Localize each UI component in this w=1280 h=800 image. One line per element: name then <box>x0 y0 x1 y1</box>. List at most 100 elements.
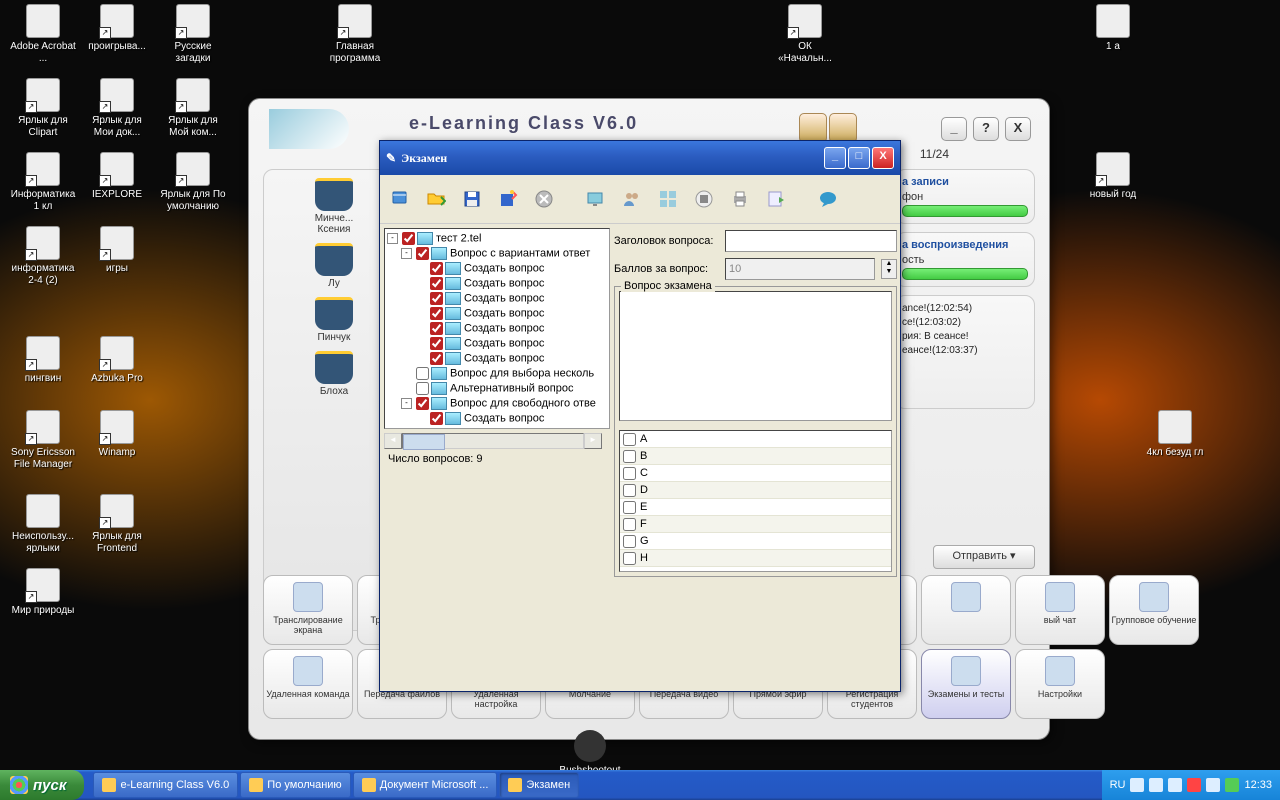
answer-row[interactable]: F <box>620 516 891 533</box>
clock[interactable]: 12:33 <box>1244 779 1272 791</box>
language-indicator[interactable]: RU <box>1110 779 1126 791</box>
answer-row[interactable]: E <box>620 499 891 516</box>
scroll-thumb[interactable] <box>403 434 445 450</box>
tree-toggle-icon[interactable]: - <box>401 398 412 409</box>
exam-titlebar[interactable]: ✎ Экзамен _ □ X <box>380 141 900 175</box>
desktop-icon[interactable]: 1 а <box>1078 4 1148 53</box>
desktop-icon[interactable]: ↗Ярлык для Мой ком... <box>158 78 228 139</box>
points-spinner[interactable]: ▲▼ <box>881 259 897 279</box>
tree-checkbox[interactable] <box>416 367 429 380</box>
desktop-icon[interactable]: ↗Sony Ericsson File Manager <box>8 410 78 471</box>
tree-node[interactable]: Создать вопрос <box>387 336 607 351</box>
screen-icon[interactable] <box>582 185 610 213</box>
tool-button[interactable]: Экзамены и тесты <box>921 649 1011 719</box>
answer-checkbox[interactable] <box>623 484 636 497</box>
answer-checkbox[interactable] <box>623 535 636 548</box>
answer-row[interactable]: G <box>620 533 891 550</box>
export-icon[interactable] <box>762 185 790 213</box>
tree-checkbox[interactable] <box>430 322 443 335</box>
tree-checkbox[interactable] <box>430 277 443 290</box>
tray-icon[interactable] <box>1206 778 1220 792</box>
system-tray[interactable]: RU 12:33 <box>1102 770 1280 800</box>
desktop-icon[interactable]: ↗новый год <box>1078 152 1148 201</box>
tree-node[interactable]: Создать вопрос <box>387 351 607 366</box>
print-icon[interactable] <box>726 185 754 213</box>
send-button[interactable]: Отправить ▾ <box>933 545 1035 569</box>
scroll-right-icon[interactable]: ► <box>584 433 602 449</box>
desktop-icon[interactable]: ↗ОК «Начальн... <box>770 4 840 65</box>
taskbar-task[interactable]: Экзамен <box>499 772 579 798</box>
taskbar-task[interactable]: e-Learning Class V6.0 <box>93 772 238 798</box>
tray-icon[interactable] <box>1225 778 1239 792</box>
tool-button[interactable]: вый чат <box>1015 575 1105 645</box>
saveas-icon[interactable] <box>494 185 522 213</box>
taskbar-task[interactable]: По умолчанию <box>240 772 350 798</box>
desktop-icon[interactable]: ↗IEXPLORE <box>82 152 152 201</box>
tree-node[interactable]: -Вопрос с вариантами ответ <box>387 246 607 261</box>
desktop-icon[interactable]: ↗Главная программа <box>320 4 390 65</box>
tree-checkbox[interactable] <box>416 382 429 395</box>
cancel-icon[interactable] <box>530 185 558 213</box>
student-item[interactable]: Лу <box>299 243 369 289</box>
answer-checkbox[interactable] <box>623 467 636 480</box>
desktop-icon[interactable]: ↗Ярлык для По умолчанию <box>158 152 228 213</box>
tool-button[interactable] <box>921 575 1011 645</box>
tree-checkbox[interactable] <box>402 232 415 245</box>
tree-checkbox[interactable] <box>430 352 443 365</box>
points-input[interactable] <box>725 258 875 280</box>
answer-checkbox[interactable] <box>623 501 636 514</box>
stop-icon[interactable] <box>690 185 718 213</box>
desktop-icon[interactable]: ↗информатика 2-4 (2) <box>8 226 78 287</box>
tray-icon[interactable] <box>1187 778 1201 792</box>
desktop-icon[interactable]: 4кл безуд гл <box>1140 410 1210 459</box>
student-item[interactable]: Блоха <box>299 351 369 397</box>
title-input[interactable] <box>725 230 897 252</box>
question-textarea[interactable] <box>619 291 892 421</box>
tree-toggle-icon[interactable]: - <box>401 248 412 259</box>
desktop-icon[interactable]: ↗пингвин <box>8 336 78 385</box>
tree-checkbox[interactable] <box>430 307 443 320</box>
tool-button[interactable]: Удаленная команда <box>263 649 353 719</box>
desktop-icon[interactable]: ↗Информатика 1 кл <box>8 152 78 213</box>
tree-checkbox[interactable] <box>430 337 443 350</box>
tree-toggle-icon[interactable]: - <box>387 233 398 244</box>
tree-checkbox[interactable] <box>416 247 429 260</box>
tree-checkbox[interactable] <box>430 262 443 275</box>
tool-button[interactable]: Настройки <box>1015 649 1105 719</box>
tree-checkbox[interactable] <box>430 412 443 425</box>
desktop-icon[interactable]: ↗проигрыва... <box>82 4 152 53</box>
help-button[interactable]: ? <box>973 117 999 141</box>
users-icon[interactable] <box>618 185 646 213</box>
desktop-icon[interactable]: ↗игры <box>82 226 152 275</box>
tool-button[interactable]: Транслирование экрана <box>263 575 353 645</box>
tree-node[interactable]: -тест 2.tel <box>387 231 607 246</box>
tree-checkbox[interactable] <box>416 397 429 410</box>
question-tree[interactable]: -тест 2.tel-Вопрос с вариантами ответСоз… <box>384 228 610 429</box>
desktop-icon[interactable]: ↗Мир природы <box>8 568 78 617</box>
unlock-icon[interactable] <box>829 113 857 143</box>
tree-node[interactable]: Создать вопрос <box>387 261 607 276</box>
exam-minimize-button[interactable]: _ <box>824 147 846 169</box>
desktop-icon[interactable]: Неиспользу... ярлыки <box>8 494 78 555</box>
student-item[interactable]: Пинчук <box>299 297 369 343</box>
tree-node[interactable]: Создать вопрос <box>387 276 607 291</box>
desktop-icon[interactable]: ↗Winamp <box>82 410 152 459</box>
tree-checkbox[interactable] <box>430 292 443 305</box>
tree-node[interactable]: Создать вопрос <box>387 321 607 336</box>
answer-row[interactable]: H <box>620 550 891 567</box>
tray-icon[interactable] <box>1168 778 1182 792</box>
answer-checkbox[interactable] <box>623 433 636 446</box>
start-button[interactable]: пуск <box>0 770 84 800</box>
answer-checkbox[interactable] <box>623 518 636 531</box>
new-file-icon[interactable] <box>386 185 414 213</box>
tree-scrollbar[interactable]: ◄ ► <box>384 433 602 449</box>
answer-row[interactable]: B <box>620 448 891 465</box>
student-item[interactable]: Минче... Ксения <box>299 178 369 235</box>
tree-node[interactable]: Создать вопрос <box>387 291 607 306</box>
tree-node[interactable]: Вопрос для выбора несколь <box>387 366 607 381</box>
chat-icon[interactable] <box>814 185 842 213</box>
close-button[interactable]: X <box>1005 117 1031 141</box>
open-file-icon[interactable] <box>422 185 450 213</box>
answer-row[interactable]: A <box>620 431 891 448</box>
tree-node[interactable]: Создать вопрос <box>387 411 607 426</box>
